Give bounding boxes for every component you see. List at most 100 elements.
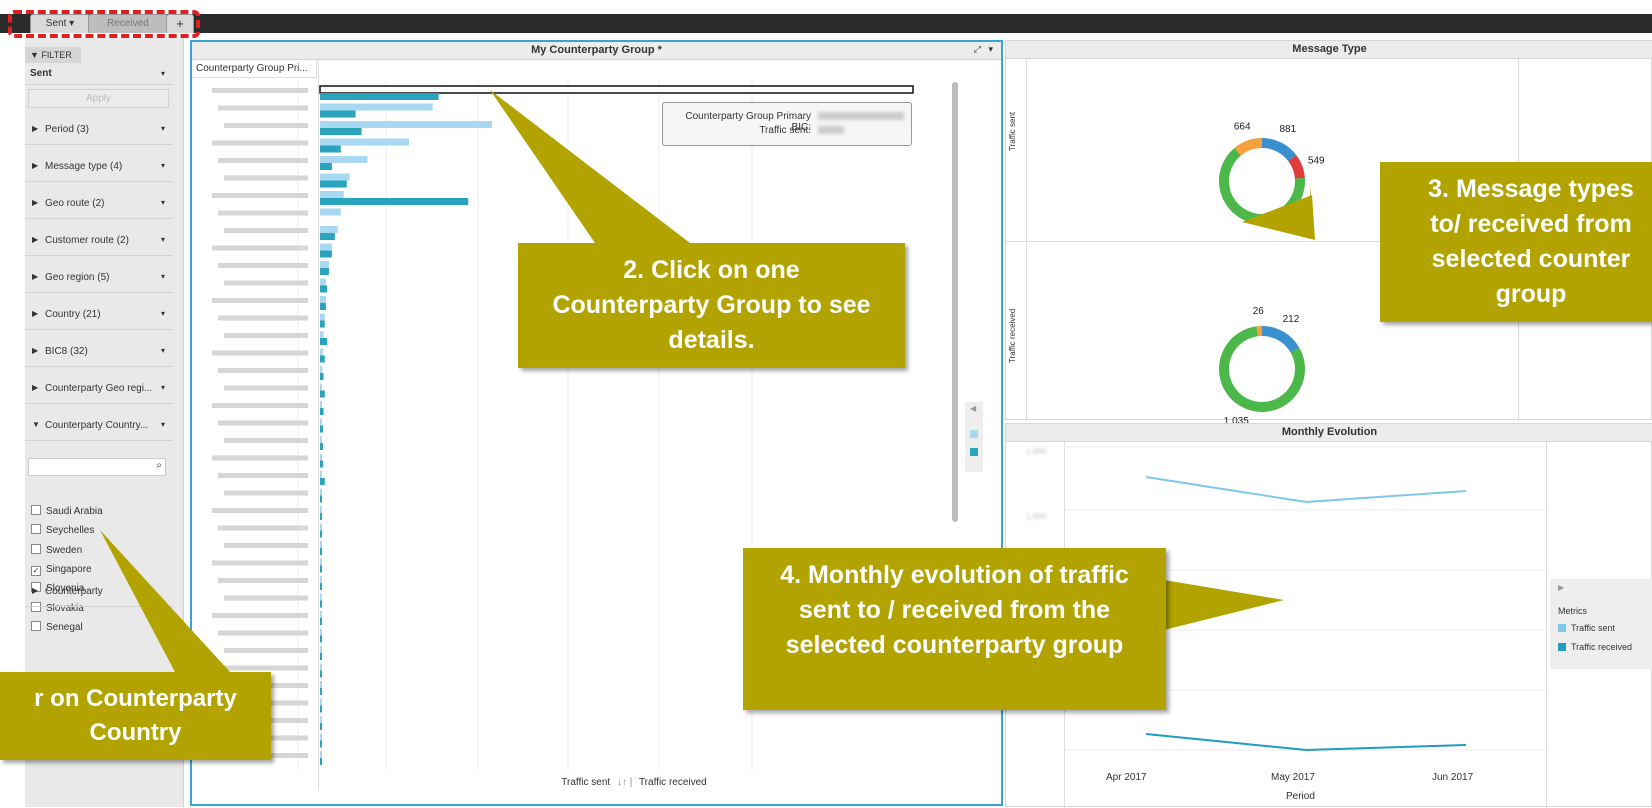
bar-received[interactable] — [320, 198, 468, 205]
donut-slice[interactable] — [1262, 143, 1292, 158]
bar-received[interactable] — [320, 286, 327, 293]
country-search-input[interactable]: ⌕ — [28, 458, 166, 476]
donut-slice[interactable] — [1292, 158, 1300, 178]
bar-received[interactable] — [320, 233, 335, 240]
bar-sent[interactable] — [320, 401, 322, 408]
bar-received[interactable] — [320, 391, 325, 398]
bar-received[interactable] — [320, 478, 325, 485]
legend-received[interactable]: Traffic received — [639, 777, 707, 788]
legend-item-received[interactable]: Traffic received — [1558, 642, 1632, 652]
bar-sent[interactable] — [320, 279, 326, 286]
bar-received[interactable] — [320, 181, 347, 188]
bar-received[interactable] — [320, 531, 322, 538]
bar-received[interactable] — [320, 706, 322, 713]
bar-sent[interactable] — [320, 646, 322, 653]
bar-received[interactable] — [320, 321, 325, 328]
chevron-down-icon[interactable]: ▾ — [988, 44, 993, 55]
bar-sent[interactable] — [320, 139, 409, 146]
bar-sent[interactable] — [320, 191, 344, 198]
filter-row[interactable]: ▶Period (3)▾ — [25, 114, 173, 145]
mode-select[interactable]: Sent ▾ — [25, 64, 173, 85]
bar-sent[interactable] — [320, 699, 322, 706]
sort-icon[interactable]: ↓↑ | — [617, 777, 632, 788]
bar-sent[interactable] — [320, 226, 338, 233]
bar-sent[interactable] — [320, 349, 323, 356]
bar-received[interactable] — [320, 653, 322, 660]
bar-received[interactable] — [320, 548, 322, 555]
bar-sent[interactable] — [320, 524, 322, 531]
bar-sent[interactable] — [320, 296, 326, 303]
column-header[interactable]: Counterparty Group Pri... — [192, 60, 317, 78]
bar-received[interactable] — [320, 93, 439, 100]
bar-sent[interactable] — [320, 174, 350, 181]
country-checkbox[interactable]: ✓Singapore — [31, 563, 92, 577]
bar-sent[interactable] — [320, 314, 325, 321]
bar-received[interactable] — [320, 443, 323, 450]
bar-sent[interactable] — [320, 419, 322, 426]
bar-sent[interactable] — [320, 366, 322, 373]
legend-toggle[interactable]: ◀ — [965, 402, 983, 472]
bar-sent[interactable] — [320, 209, 341, 216]
bar-sent[interactable] — [320, 664, 322, 671]
bar-received[interactable] — [320, 338, 327, 345]
bar-received[interactable] — [320, 426, 323, 433]
legend-item-sent[interactable]: Traffic sent — [1558, 623, 1615, 633]
bar-sent[interactable] — [320, 541, 322, 548]
country-checkbox[interactable]: Senegal — [31, 621, 83, 635]
bar-received[interactable] — [320, 128, 362, 135]
bar-received[interactable] — [320, 251, 332, 258]
line-traffic-sent[interactable] — [1146, 477, 1466, 502]
donut-slice[interactable] — [1238, 143, 1262, 152]
bar-received[interactable] — [320, 741, 322, 748]
bar-received[interactable] — [320, 601, 322, 608]
filter-row[interactable]: ▶Geo route (2)▾ — [25, 188, 173, 219]
bar-sent[interactable] — [320, 261, 329, 268]
bar-received[interactable] — [320, 111, 356, 118]
line-traffic-received[interactable] — [1146, 734, 1466, 750]
bar-received[interactable] — [320, 303, 326, 310]
bar-received[interactable] — [320, 146, 341, 153]
bar-sent[interactable] — [320, 121, 492, 128]
country-checkbox[interactable]: Sweden — [31, 544, 82, 558]
bar-sent[interactable] — [320, 384, 322, 391]
bar-received[interactable] — [320, 636, 322, 643]
bar-received[interactable] — [320, 618, 322, 625]
bar-received[interactable] — [320, 356, 325, 363]
bar-sent[interactable] — [320, 594, 322, 601]
bar-sent[interactable] — [320, 611, 322, 618]
expand-icon[interactable]: ▶ — [1558, 583, 1564, 592]
bar-received[interactable] — [320, 758, 322, 765]
bar-sent[interactable] — [320, 734, 322, 741]
bar-sent[interactable] — [320, 716, 322, 723]
filter-header[interactable]: ▼ FILTER — [25, 47, 81, 63]
donut-slice[interactable] — [1224, 152, 1300, 219]
country-checkbox[interactable]: Seychelles — [31, 524, 94, 538]
bar-sent[interactable] — [320, 506, 322, 513]
bar-sent[interactable] — [320, 751, 322, 758]
bar-sent[interactable] — [320, 244, 332, 251]
bar-sent[interactable] — [320, 576, 322, 583]
bar-received[interactable] — [320, 408, 324, 415]
filter-row[interactable]: ▶Country (21)▾ — [25, 299, 173, 330]
bar-sent[interactable] — [320, 104, 433, 111]
filter-row[interactable]: ▶Counterparty Geo regi...▾ — [25, 373, 173, 404]
bar-sent[interactable] — [320, 559, 322, 566]
bar-sent[interactable] — [320, 156, 367, 163]
bar-sent[interactable] — [320, 471, 322, 478]
country-checkbox[interactable]: Saudi Arabia — [31, 505, 103, 519]
bar-received[interactable] — [320, 513, 322, 520]
bar-sent[interactable] — [320, 489, 322, 496]
filter-row[interactable]: ▶BIC8 (32)▾ — [25, 336, 173, 367]
filter-row[interactable]: ▼Counterparty Country...▾ — [25, 410, 173, 441]
bar-received[interactable] — [320, 723, 322, 730]
filter-row[interactable]: ▶Geo region (5)▾ — [25, 262, 173, 293]
bar-received[interactable] — [320, 163, 332, 170]
legend-sent[interactable]: Traffic sent — [561, 777, 610, 788]
maximize-icon[interactable]: ⤢ — [974, 44, 981, 55]
bar-received[interactable] — [320, 496, 322, 503]
bar-received[interactable] — [320, 268, 329, 275]
bar-received[interactable] — [320, 461, 323, 468]
bar-received[interactable] — [320, 373, 324, 380]
donut-slice[interactable] — [1262, 331, 1295, 350]
bar-sent[interactable] — [320, 681, 322, 688]
